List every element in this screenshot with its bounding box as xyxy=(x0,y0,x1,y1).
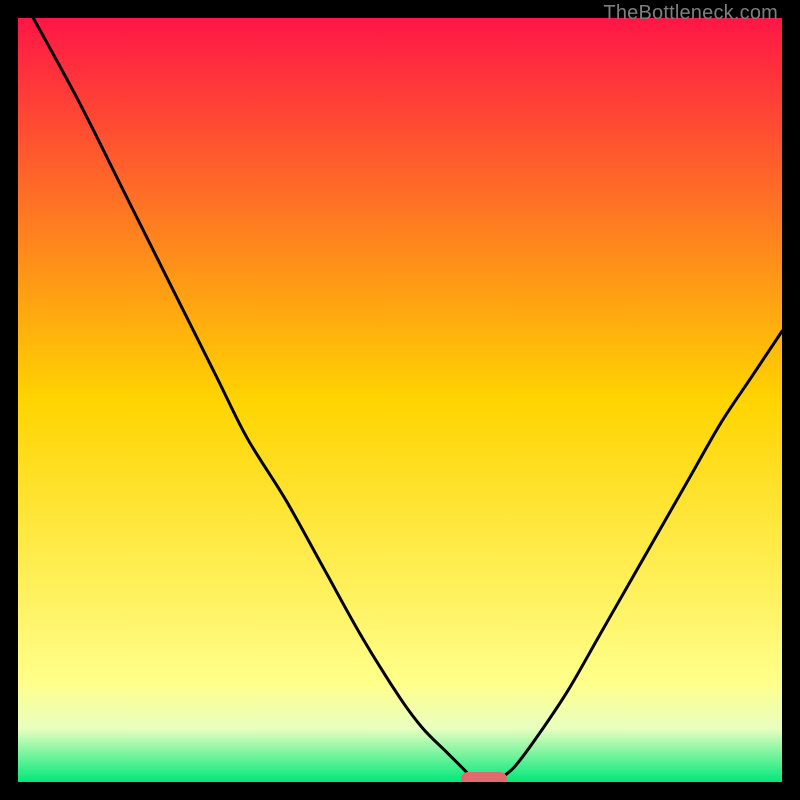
chart-plot-area xyxy=(18,18,782,782)
chart-frame: TheBottleneck.com xyxy=(0,0,800,800)
gradient-background xyxy=(18,18,782,782)
watermark-text: TheBottleneck.com xyxy=(603,2,778,25)
optimal-range-marker xyxy=(461,772,507,782)
chart-svg xyxy=(18,18,782,782)
